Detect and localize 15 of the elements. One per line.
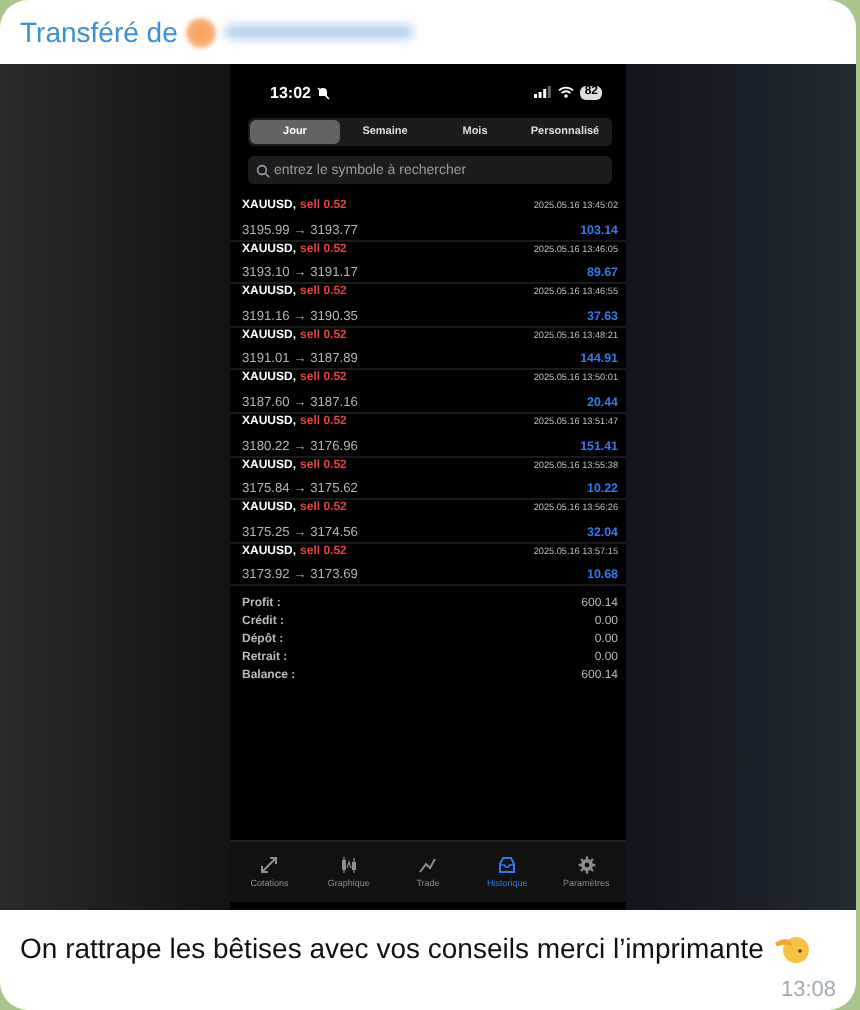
- forwarded-label: Transféré de: [20, 16, 178, 48]
- bell-slash-icon: [316, 85, 331, 99]
- emoji-icon: [773, 932, 810, 964]
- message-text: On rattrape les bêtises avec vos conseils merci l’imprimante: [20, 932, 764, 964]
- search-icon: [256, 163, 270, 177]
- trend-icon: [418, 856, 437, 874]
- arrows-icon: [260, 856, 279, 874]
- signal-icon: [534, 86, 553, 98]
- avatar: [185, 17, 216, 47]
- gear-icon: [577, 856, 596, 874]
- message-time: 13:08: [780, 978, 836, 1002]
- wifi-icon: [558, 86, 575, 98]
- inbox-icon: [498, 856, 517, 874]
- status-time: 13:02: [270, 83, 311, 101]
- candles-icon: [339, 856, 358, 874]
